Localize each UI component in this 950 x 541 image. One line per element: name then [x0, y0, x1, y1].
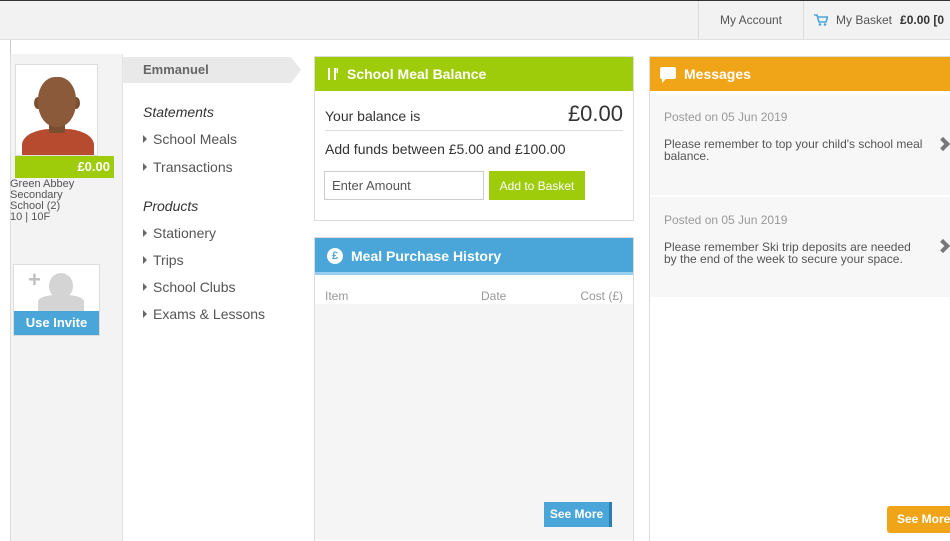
school-info: Green Abbey Secondary School (2) 10 | 10…: [10, 179, 115, 223]
caret-right-icon: [143, 283, 147, 292]
column-header-cost: Cost (£): [580, 289, 623, 303]
avatar: [16, 65, 97, 155]
caret-right-icon: [143, 256, 147, 265]
message-text: Please remember to top your child's scho…: [664, 137, 923, 163]
panel-header: School Meal Balance: [315, 57, 633, 91]
invite-card[interactable]: + Use Invite: [13, 264, 100, 336]
panel-title: Meal Purchase History: [351, 248, 502, 264]
school-meal-balance-panel: School Meal Balance Your balance is £0.0…: [314, 56, 634, 221]
amount-input[interactable]: [324, 171, 484, 200]
nav-item-school-clubs[interactable]: School Clubs: [143, 279, 236, 295]
panel-title: Messages: [684, 66, 751, 82]
nav-item-school-meals[interactable]: School Meals: [143, 131, 237, 147]
add-to-basket-button[interactable]: Add to Basket: [489, 171, 585, 200]
messages-panel: Messages Posted on 05 Jun 2019 Please re…: [649, 56, 950, 541]
column-header-date: Date: [481, 289, 507, 303]
message-date: Posted on 05 Jun 2019: [664, 110, 788, 124]
use-invite-button[interactable]: Use Invite: [14, 311, 99, 335]
message-text: Please remember Ski trip deposits are ne…: [664, 240, 911, 266]
child-balance: £0.00: [15, 156, 114, 178]
messages-see-more-button[interactable]: See More: [887, 506, 950, 533]
basket-label: My Basket: [836, 13, 893, 27]
chevron-right-icon[interactable]: [935, 238, 950, 254]
child-photo[interactable]: [15, 64, 98, 156]
nav-item-exams-lessons[interactable]: Exams & Lessons: [143, 306, 265, 322]
caret-right-icon: [143, 229, 147, 238]
column-header-item: Item: [325, 289, 349, 303]
chevron-right-icon[interactable]: [935, 136, 950, 152]
child-name-tab: Emmanuel: [123, 57, 301, 83]
child-name: Emmanuel: [143, 62, 209, 77]
caret-right-icon: [143, 163, 147, 172]
products-heading: Products: [143, 198, 199, 214]
speech-bubble-icon: [660, 67, 676, 84]
message-item[interactable]: Posted on 05 Jun 2019 Please remember Sk…: [650, 197, 950, 297]
panel-title: School Meal Balance: [347, 66, 487, 82]
basket-amount: £0.00 [0: [900, 13, 945, 27]
top-bar: My Account My Basket £0.00 [0: [0, 0, 950, 40]
nav-item-trips[interactable]: Trips: [143, 252, 184, 268]
class-line: 10 | 10F: [10, 211, 51, 223]
my-basket-link[interactable]: My Basket £0.00 [0: [814, 1, 944, 39]
cutlery-icon: [328, 68, 338, 81]
panel-header: Messages: [650, 57, 950, 91]
divider: [325, 130, 623, 131]
message-item[interactable]: Posted on 05 Jun 2019 Please remember to…: [650, 95, 950, 195]
my-account-link[interactable]: My Account: [698, 1, 804, 39]
message-date: Posted on 05 Jun 2019: [664, 213, 788, 227]
history-see-more-button[interactable]: See More: [544, 502, 612, 527]
cart-icon: [814, 14, 828, 26]
statements-heading: Statements: [143, 104, 214, 120]
history-table-header: Item Date Cost (£): [315, 282, 633, 304]
balance-value: £0.00: [567, 101, 623, 126]
plus-icon: +: [28, 267, 41, 292]
nav-item-stationery[interactable]: Stationery: [143, 225, 216, 241]
caret-right-icon: [143, 310, 147, 319]
funds-range-text: Add funds between £5.00 and £100.00: [325, 141, 566, 157]
meal-purchase-history-panel: £ Meal Purchase History Item Date Cost (£…: [314, 237, 634, 541]
panel-header: £ Meal Purchase History: [315, 238, 633, 275]
balance-label: Your balance is: [325, 108, 421, 124]
caret-right-icon: [143, 135, 147, 144]
pound-coin-icon: £: [327, 248, 343, 265]
person-head-icon: [49, 273, 73, 299]
nav-item-transactions[interactable]: Transactions: [143, 159, 233, 175]
